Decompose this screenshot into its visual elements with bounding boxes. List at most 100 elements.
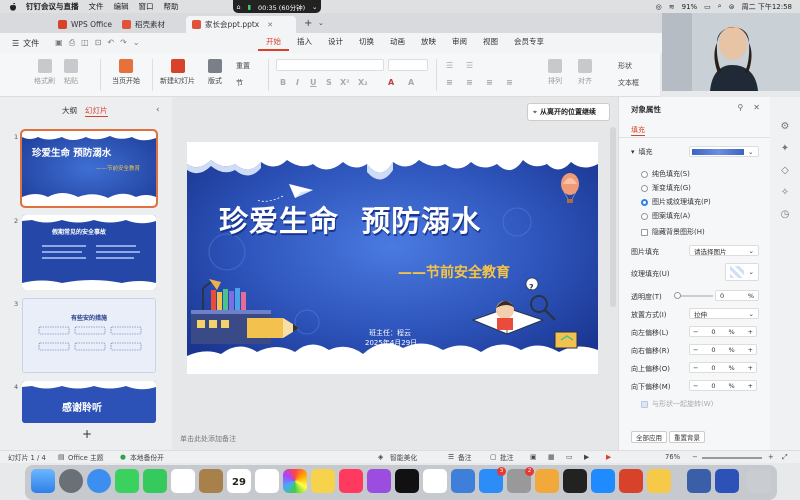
superscript-icon[interactable]: X² (340, 78, 350, 87)
slide-subtitle[interactable]: ——节前安全教育 (398, 262, 510, 282)
normal-view-icon[interactable]: ▣ (530, 453, 536, 461)
calendar-icon[interactable]: 29 (227, 469, 251, 493)
panel-title[interactable]: 对象属性 (631, 104, 661, 115)
minus-icon[interactable]: − (693, 328, 698, 336)
slide-thumbnail-4[interactable]: 感谢聆听 (22, 381, 156, 423)
save-icon[interactable]: ▣ (55, 38, 63, 48)
export-icon[interactable]: ⊡ (95, 38, 102, 48)
offset-top-stepper[interactable]: − 0% + (689, 362, 757, 373)
notes-button[interactable]: 备注 (458, 452, 472, 462)
messages-app-icon[interactable] (115, 469, 139, 493)
offset-left-stepper[interactable]: − 0% + (689, 326, 757, 337)
section-button[interactable]: 节 (236, 78, 243, 88)
close-icon[interactable]: ✕ (267, 21, 273, 29)
notes-placeholder[interactable]: 单击此处添加备注 (180, 434, 236, 444)
slider-thumb[interactable] (674, 292, 681, 299)
contacts-icon[interactable] (199, 469, 223, 493)
system-preferences-icon[interactable]: 2 (507, 467, 534, 493)
plus-icon[interactable]: + (748, 382, 753, 390)
safari-icon[interactable] (87, 469, 111, 493)
bullets-icon[interactable]: ☰ (446, 61, 453, 70)
close-icon[interactable]: ✕ (753, 103, 760, 112)
align-button[interactable]: 对齐 (578, 59, 592, 86)
history-icon[interactable]: ◷ (778, 209, 792, 221)
zoom-slider[interactable] (702, 457, 762, 459)
control-center-icon[interactable]: ⊜ (729, 3, 735, 11)
pages-icon[interactable] (535, 469, 559, 493)
tab-view[interactable]: 视图 (475, 36, 506, 51)
gradient-fill-option[interactable]: 渐变填充(G) (641, 183, 691, 193)
arrange-button[interactable]: 排列 (548, 59, 562, 86)
battery-icon[interactable]: ▭ (704, 3, 711, 11)
magic-icon[interactable]: ✦ (778, 143, 792, 155)
tab-daoke[interactable]: 稻壳素材 (116, 16, 184, 33)
slide-thumbnail-2[interactable]: 假期常见的安全事故 (22, 215, 156, 290)
beautify-button[interactable]: 智能美化 (390, 452, 417, 462)
slideshow-icon[interactable]: ▶ (584, 453, 589, 461)
shape-button[interactable]: 形状 (618, 61, 632, 71)
plus-icon[interactable]: + (748, 346, 753, 354)
apply-all-button[interactable]: 全部应用 (631, 431, 667, 443)
comments-button[interactable]: 批注 (500, 452, 514, 462)
preview-icon[interactable]: ◫ (81, 38, 89, 48)
facetime-icon[interactable] (143, 469, 167, 493)
menu-file[interactable]: 文件 (89, 1, 104, 12)
wifi-icon[interactable]: ≋ (669, 3, 675, 11)
tab-wps-office[interactable]: WPS Office (52, 16, 114, 33)
fill-preview-select[interactable]: ⌄ (689, 146, 759, 157)
menu-help[interactable]: 帮助 (164, 1, 179, 12)
zoom-level[interactable]: 76% (665, 453, 680, 461)
mail-icon[interactable] (171, 469, 195, 493)
properties-icon[interactable]: ⚙ (778, 121, 792, 133)
italic-icon[interactable]: I (296, 78, 299, 87)
app-store-icon[interactable]: 3 (479, 467, 506, 493)
underline-icon[interactable]: U (310, 78, 317, 87)
picture-fill-select[interactable]: 请选择图片 ⌄ (689, 245, 759, 256)
chevron-down-icon[interactable]: ⌄ (318, 19, 324, 27)
fit-icon[interactable]: ⤢ (782, 453, 787, 462)
picture-fill-option[interactable]: 图片或纹理填充(P) (641, 197, 711, 207)
recent-slide-icon[interactable] (715, 469, 739, 493)
search-icon[interactable]: ⌕ (718, 2, 722, 11)
tab-member[interactable]: 会员专享 (506, 36, 552, 51)
paste-button[interactable]: 粘贴 (64, 59, 78, 86)
minus-icon[interactable]: − (693, 382, 698, 390)
music-icon[interactable] (339, 469, 363, 493)
file-menu[interactable]: ☰ 文件 (12, 38, 39, 49)
reset-background-button[interactable]: 重置背景 (669, 431, 705, 443)
texture-fill-select[interactable]: ⌄ (725, 263, 759, 281)
add-slide-button[interactable]: + (82, 427, 92, 441)
minus-icon[interactable]: − (693, 346, 698, 354)
slide-thumbnail-3[interactable]: 有些安的措施 (22, 298, 156, 373)
podcasts-icon[interactable] (367, 469, 391, 493)
align-center-icon[interactable]: ≡ (466, 78, 473, 87)
tab-ppt-file[interactable]: 家长会ppt.pptx ✕ (186, 16, 296, 33)
numbering-icon[interactable]: ☰ (466, 61, 473, 70)
layout-button[interactable]: 版式 (208, 59, 222, 86)
reading-view-icon[interactable]: ▭ (566, 453, 572, 461)
tab-animation[interactable]: 动画 (382, 36, 413, 51)
font-color-icon[interactable]: A (388, 78, 394, 87)
pattern-fill-option[interactable]: 图案填充(A) (641, 211, 690, 221)
fill-section[interactable]: ▾ 填充 (631, 147, 653, 157)
textbox-button[interactable]: 文本框 (618, 78, 639, 88)
subscript-icon[interactable]: X₂ (358, 78, 368, 87)
tab-start[interactable]: 开始 (258, 36, 289, 51)
menu-edit[interactable]: 编辑 (114, 1, 129, 12)
strikethrough-icon[interactable]: S (326, 78, 332, 87)
vertical-scrollbar[interactable] (610, 127, 616, 307)
highlight-icon[interactable]: A (408, 78, 414, 87)
notes-app-icon[interactable] (311, 469, 335, 493)
play-from-current-button[interactable]: 当页开始 (112, 59, 140, 86)
transparency-input[interactable]: 0 % (715, 290, 759, 301)
transparency-slider[interactable] (674, 292, 713, 299)
finder-icon[interactable] (31, 469, 55, 493)
placement-select[interactable]: 拉伸 ⌄ (689, 308, 759, 319)
tab-design[interactable]: 设计 (320, 36, 351, 51)
apple-tv-icon[interactable] (395, 469, 419, 493)
sorter-view-icon[interactable]: ▦ (548, 453, 554, 461)
plus-icon[interactable]: + (748, 328, 753, 336)
wps-app-icon[interactable] (619, 469, 643, 493)
photos-icon[interactable] (283, 469, 307, 493)
tab-fill[interactable]: 填充 (631, 125, 645, 136)
